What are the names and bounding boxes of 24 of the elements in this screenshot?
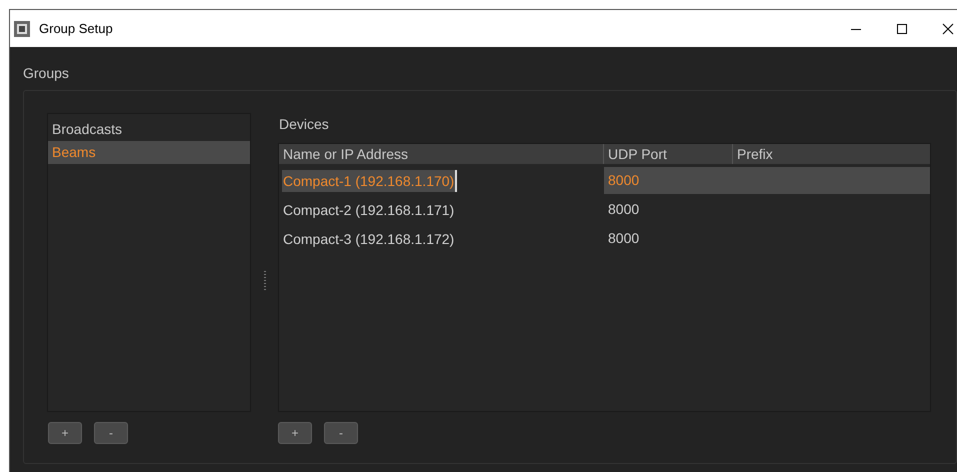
table-cell-text: 8000: [607, 171, 640, 190]
column-header[interactable]: UDP Port: [604, 144, 733, 164]
table-row[interactable]: Compact-3 (192.168.1.172) 8000: [279, 224, 930, 253]
table-row[interactable]: Compact-1 (192.168.1.170) 8000: [279, 166, 930, 195]
table-cell-text: Compact-3 (192.168.1.172): [282, 230, 456, 249]
table-cell-text: 8000: [607, 200, 640, 219]
groups-label: Groups: [23, 64, 70, 82]
add-button[interactable]: +: [48, 422, 82, 444]
table-cell-text: 8000: [607, 229, 640, 248]
column-header[interactable]: Name or IP Address: [279, 144, 604, 164]
maximize-icon[interactable]: [896, 22, 908, 34]
table-cell-text: Compact-2 (192.168.1.171): [282, 200, 456, 220]
table-row[interactable]: Compact-2 (192.168.1.171) 8000: [279, 195, 930, 224]
remove-button[interactable]: -: [324, 422, 358, 444]
table-cell: Compact-1 (192.168.1.170): [282, 170, 458, 192]
group-item[interactable]: Beams: [48, 141, 250, 164]
remove-button[interactable]: -: [94, 422, 128, 444]
app-icon: [13, 20, 31, 38]
column-header[interactable]: Prefix: [733, 144, 930, 164]
group-item[interactable]: Broadcasts: [48, 118, 250, 141]
devices-label: Devices: [279, 115, 330, 133]
add-button[interactable]: +: [278, 422, 312, 444]
close-icon[interactable]: [942, 22, 954, 34]
window-title: Group Setup: [39, 20, 113, 38]
